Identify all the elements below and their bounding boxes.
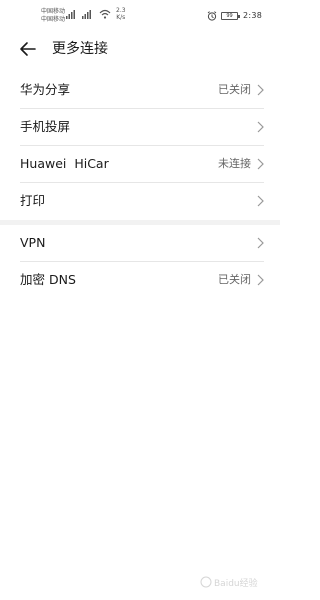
list-item-screen-projection[interactable]: 手机投屏 [0,109,280,146]
status-text: 未连接 [218,157,251,170]
back-button[interactable] [18,40,38,58]
app-header: 更多连接 [0,36,280,62]
carrier-info: 中国移动 中国移动 [41,8,65,24]
baidu-watermark-logo: Baidu经验 [200,576,258,589]
wifi-icon [99,9,111,19]
list-item-label: 华为分享 [20,82,71,97]
list-item-encrypted-dns[interactable]: 加密 DNS 已关闭 [0,262,280,299]
status-text: 已关闭 [218,273,251,286]
list-item-label: 打印 [20,193,46,208]
connection-list: 华为分享 已关闭 手机投屏 Huawei HiCar 未连接 打印 [0,72,280,220]
battery-icon: 99 [221,12,240,20]
chevron-right-icon [257,237,264,249]
list-item-hicar[interactable]: Huawei HiCar 未连接 [0,146,280,183]
list-item-label: VPN [20,235,46,250]
chevron-right-icon [257,121,264,133]
carrier-2: 中国移动 [41,16,66,23]
chevron-right-icon [257,274,264,286]
list-item-vpn[interactable]: VPN [0,225,280,262]
list-item-label: 手机投屏 [20,119,71,134]
status-time: 2:38 [243,11,263,20]
back-arrow-icon [20,42,36,56]
status-text: 已关闭 [218,83,251,96]
signal-icon [66,10,75,19]
alarm-icon [207,11,217,21]
chevron-right-icon [257,158,264,170]
list-item-label: Huawei HiCar [20,156,109,171]
list-item-print[interactable]: 打印 [0,183,280,220]
list-item-huawei-share[interactable]: 华为分享 已关闭 [0,72,280,109]
chevron-right-icon [257,195,264,207]
watermark-text: Baidu经验 [214,577,258,589]
signal-icon [82,10,91,19]
chevron-right-icon [257,84,264,96]
carrier-1: 中国移动 [41,8,66,15]
page-title: 更多连接 [52,41,108,57]
network-list: VPN 加密 DNS 已关闭 [0,225,280,299]
network-speed: 2.3 K/s [116,7,126,21]
list-item-label: 加密 DNS [20,272,76,287]
status-bar: 中国移动 中国移动 2.3 K/s 99 2:38 [0,0,280,30]
